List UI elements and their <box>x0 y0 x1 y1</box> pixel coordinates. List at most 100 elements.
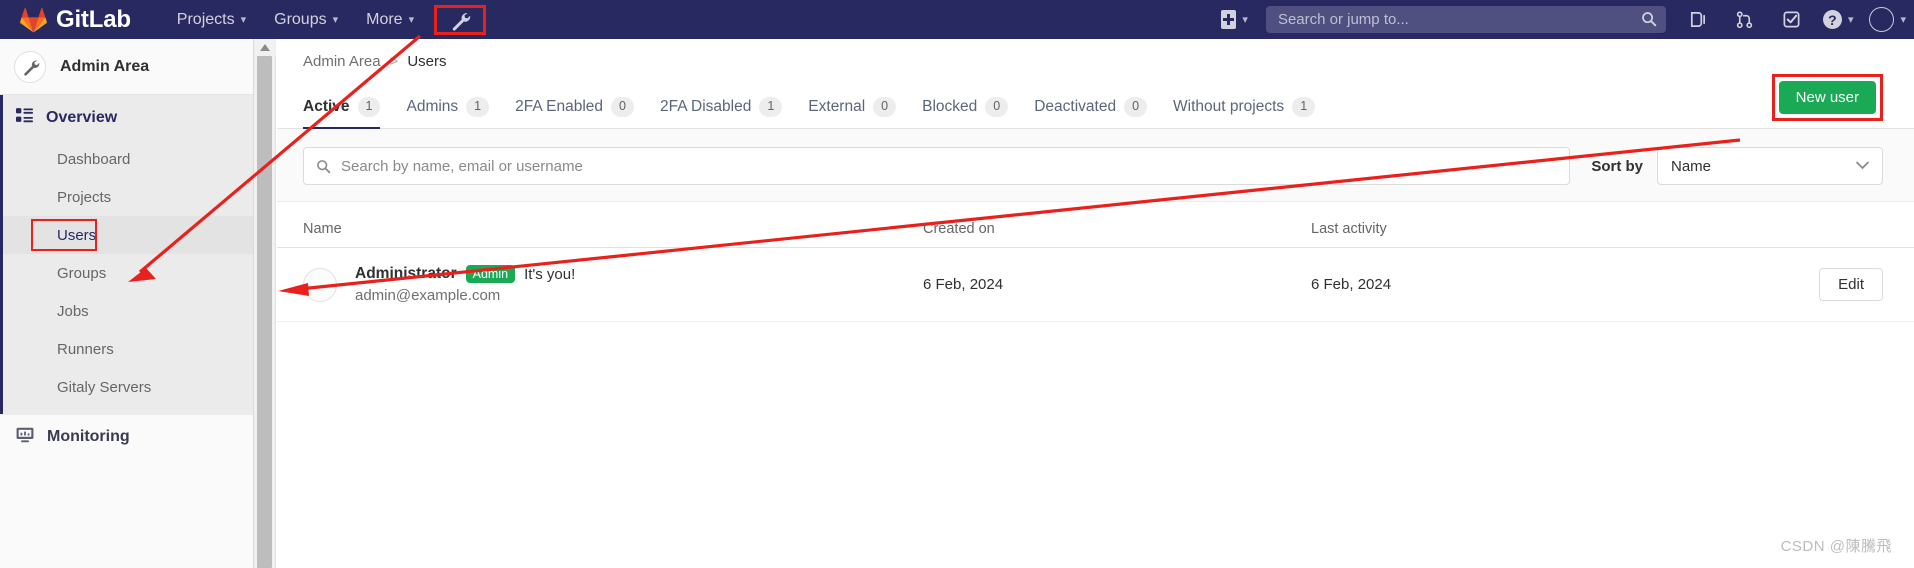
column-header-name: Name <box>303 221 342 237</box>
sort-by-select[interactable]: Name <box>1657 147 1883 185</box>
sidebar-item-dashboard[interactable]: Dashboard <box>3 140 253 178</box>
avatar <box>303 267 337 302</box>
watermark: CSDN @陳騰飛 <box>1780 538 1892 555</box>
column-header-created-on: Created on <box>923 221 995 237</box>
sort-by-value: Name <box>1671 157 1712 175</box>
sidebar-item-overview-label: Overview <box>46 108 118 126</box>
tab-external[interactable]: External 0 <box>795 97 909 128</box>
sidebar-header[interactable]: Admin Area <box>0 39 253 95</box>
gitlab-brand[interactable]: GitLab <box>20 6 131 34</box>
primary-nav-links: Projects ▾ Groups ▾ More ▾ <box>163 0 487 39</box>
admin-sidebar: Admin Area Overview Dashboard Projects U… <box>0 39 254 568</box>
todos-icon[interactable] <box>1768 0 1815 39</box>
plus-square-icon <box>1221 10 1237 29</box>
tab-active-label: Active <box>303 98 350 116</box>
top-nav-right-group: ▾ Search or jump to... ? ▾ ▾ <box>1211 0 1914 39</box>
global-search[interactable] <box>1265 6 1666 33</box>
admin-area-button[interactable] <box>434 4 487 35</box>
users-table-header: Name Created on Last activity <box>277 202 1914 248</box>
scrollbar-thumb[interactable] <box>257 56 272 568</box>
sidebar-item-monitoring-label: Monitoring <box>47 428 130 445</box>
chevron-down-icon <box>1856 161 1869 170</box>
tab-without-projects-label: Without projects <box>1173 98 1285 116</box>
sidebar-item-jobs-label: Jobs <box>57 302 89 320</box>
search-icon <box>317 160 331 174</box>
top-navigation-bar: GitLab Projects ▾ Groups ▾ More ▾ ▾ Sear… <box>0 0 1914 39</box>
new-user-button[interactable]: New user <box>1778 81 1876 114</box>
tab-blocked[interactable]: Blocked 0 <box>909 97 1021 128</box>
user-search[interactable] <box>303 147 1571 185</box>
tab-external-count: 0 <box>873 97 897 117</box>
issues-icon[interactable] <box>1721 0 1768 39</box>
breadcrumb-separator: > <box>389 52 399 70</box>
tab-deactivated[interactable]: Deactivated 0 <box>1021 97 1160 128</box>
tab-without-projects-count: 1 <box>1292 97 1316 117</box>
question-circle-icon: ? <box>1822 10 1842 29</box>
sidebar-item-groups[interactable]: Groups <box>3 254 253 292</box>
status-badge: Admin <box>465 265 516 283</box>
breadcrumb: Admin Area > Users <box>277 39 1914 83</box>
sidebar-item-jobs[interactable]: Jobs <box>3 292 253 330</box>
nav-link-more[interactable]: More ▾ <box>352 0 428 39</box>
sidebar-subitems: Dashboard Projects Users Groups Jobs Run… <box>3 140 253 414</box>
column-header-last-activity: Last activity <box>1311 221 1387 237</box>
tab-active[interactable]: Active 1 <box>303 97 393 129</box>
tab-without-projects[interactable]: Without projects 1 <box>1160 97 1328 128</box>
sidebar-item-overview[interactable]: Overview <box>3 95 253 140</box>
tab-external-label: External <box>808 98 866 116</box>
sidebar-item-gitaly-servers[interactable]: Gitaly Servers <box>3 368 253 406</box>
annotation-box-new-user: New user <box>1771 74 1883 121</box>
its-you-label: It's you! <box>524 265 576 283</box>
sidebar-item-dashboard-label: Dashboard <box>57 150 131 168</box>
tab-2fa-disabled[interactable]: 2FA Disabled 1 <box>647 97 795 128</box>
sidebar-title: Admin Area <box>60 57 150 75</box>
chevron-down-icon: ▾ <box>332 14 339 26</box>
merge-requests-icon[interactable] <box>1674 0 1721 39</box>
tab-admins-count: 1 <box>466 97 490 117</box>
tab-2fa-enabled[interactable]: 2FA Enabled 0 <box>502 97 647 128</box>
scroll-up-arrow-icon[interactable] <box>254 39 276 56</box>
nav-link-projects[interactable]: Projects ▾ <box>163 0 260 39</box>
user-menu[interactable]: ▾ <box>1861 0 1914 39</box>
help-menu[interactable]: ? ▾ <box>1815 0 1862 39</box>
user-name[interactable]: Administrator <box>355 265 457 283</box>
tab-deactivated-label: Deactivated <box>1034 98 1117 116</box>
tab-admins[interactable]: Admins 1 <box>393 97 502 128</box>
chevron-down-icon: ▾ <box>1847 14 1854 26</box>
tab-admins-label: Admins <box>406 98 459 116</box>
chevron-down-icon: ▾ <box>408 14 415 26</box>
sidebar-section-overview: Overview Dashboard Projects Users Groups… <box>0 95 253 414</box>
nav-link-groups[interactable]: Groups ▾ <box>260 0 352 39</box>
chevron-down-icon: ▾ <box>1242 14 1248 26</box>
monitor-icon <box>16 426 34 449</box>
user-search-input[interactable] <box>304 148 1570 184</box>
brand-name: GitLab <box>56 5 131 33</box>
sidebar-item-projects[interactable]: Projects <box>3 178 253 216</box>
tab-2fa-enabled-count: 0 <box>611 97 634 117</box>
nav-link-projects-label: Projects <box>176 10 235 28</box>
sidebar-item-groups-label: Groups <box>57 264 107 282</box>
user-filter-tabs: Active 1 Admins 1 2FA Enabled 0 2FA Disa… <box>277 74 1914 129</box>
create-new-button[interactable]: ▾ <box>1211 10 1258 29</box>
sidebar-item-users-label: Users <box>57 226 97 244</box>
gitlab-tanuki-logo-icon <box>20 7 47 33</box>
user-created-on: 6 Feb, 2024 <box>923 276 1004 293</box>
breadcrumb-parent[interactable]: Admin Area <box>303 53 381 70</box>
wrench-icon <box>14 50 46 83</box>
sidebar-item-users[interactable]: Users <box>3 216 253 254</box>
tab-blocked-count: 0 <box>985 97 1009 117</box>
user-name-cell: Administrator Admin It's you! admin@exam… <box>303 265 923 304</box>
sidebar-item-monitoring[interactable]: Monitoring <box>0 414 253 459</box>
chevron-down-icon: ▾ <box>240 14 247 26</box>
edit-user-button[interactable]: Edit <box>1819 268 1883 301</box>
tab-2fa-disabled-label: 2FA Disabled <box>660 98 752 116</box>
nav-link-groups-label: Groups <box>274 10 327 28</box>
global-search-input[interactable] <box>1265 6 1666 33</box>
avatar <box>1869 7 1895 32</box>
sidebar-scrollbar[interactable] <box>254 39 276 568</box>
sidebar-item-runners[interactable]: Runners <box>3 330 253 368</box>
gitlab-admin-users-page: GitLab Projects ▾ Groups ▾ More ▾ ▾ Sear… <box>0 0 1914 568</box>
table-row[interactable]: Administrator Admin It's you! admin@exam… <box>277 248 1914 322</box>
sort-by-label: Sort by <box>1591 157 1643 175</box>
wrench-icon <box>452 12 471 31</box>
